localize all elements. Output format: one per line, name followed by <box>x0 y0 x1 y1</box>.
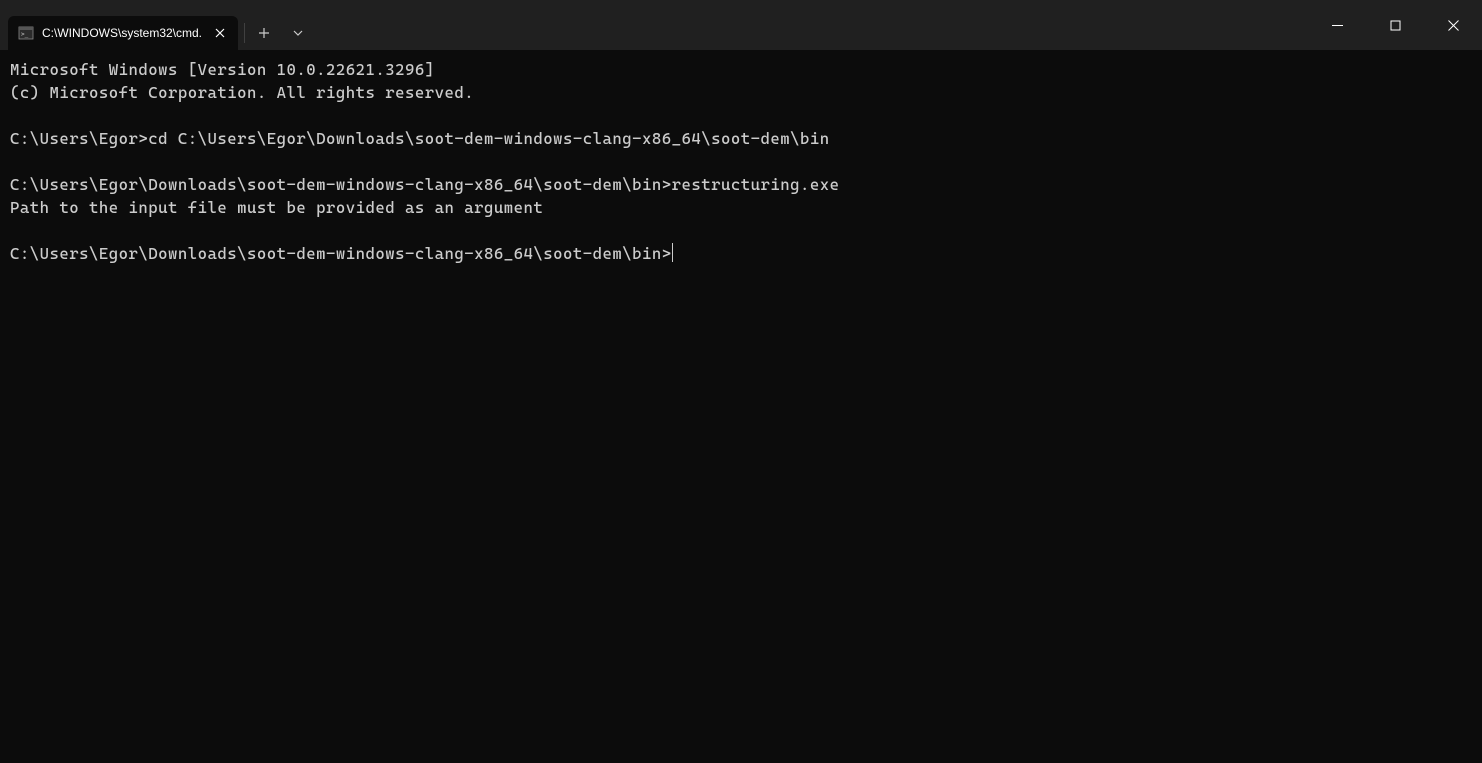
terminal-prompt: C:\Users\Egor> <box>10 129 148 148</box>
titlebar-left: >_ C:\WINDOWS\system32\cmd. <box>0 0 315 50</box>
divider <box>244 23 245 43</box>
terminal-prompt: C:\Users\Egor\Downloads\soot-dem-windows… <box>10 244 672 263</box>
terminal-content[interactable]: Microsoft Windows [Version 10.0.22621.32… <box>0 50 1482 763</box>
tab-close-button[interactable] <box>212 25 228 41</box>
terminal-line: (c) Microsoft Corporation. All rights re… <box>10 83 474 102</box>
terminal-output: Path to the input file must be provided … <box>10 198 543 217</box>
maximize-button[interactable] <box>1366 0 1424 50</box>
terminal-command: restructuring.exe <box>672 175 840 194</box>
tab-dropdown-button[interactable] <box>281 17 315 49</box>
cursor <box>672 243 674 262</box>
cmd-icon: >_ <box>18 25 34 41</box>
tab-title: C:\WINDOWS\system32\cmd. <box>42 26 204 40</box>
minimize-button[interactable] <box>1308 0 1366 50</box>
window-controls <box>1308 0 1482 50</box>
tab-active[interactable]: >_ C:\WINDOWS\system32\cmd. <box>8 16 238 50</box>
close-button[interactable] <box>1424 0 1482 50</box>
terminal-line: Microsoft Windows [Version 10.0.22621.32… <box>10 60 435 79</box>
terminal-command: cd C:\Users\Egor\Downloads\soot-dem-wind… <box>148 129 829 148</box>
tab-actions <box>242 16 315 50</box>
terminal-prompt: C:\Users\Egor\Downloads\soot-dem-windows… <box>10 175 672 194</box>
svg-text:>_: >_ <box>21 31 29 38</box>
titlebar: >_ C:\WINDOWS\system32\cmd. <box>0 0 1482 50</box>
new-tab-button[interactable] <box>247 17 281 49</box>
